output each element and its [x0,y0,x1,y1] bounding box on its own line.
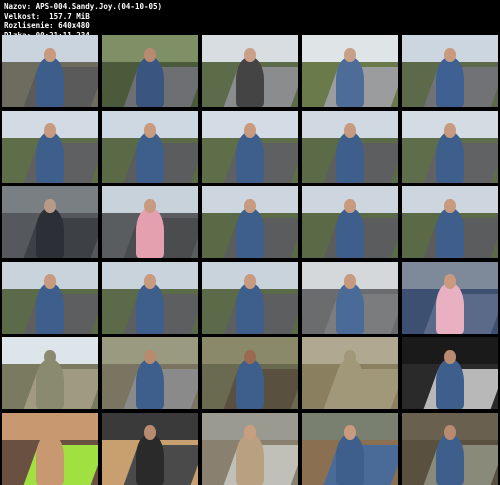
thumbnail-figure [235,207,265,258]
video-thumbnail [202,186,298,258]
thumbnail-head [44,349,56,365]
video-thumbnail [2,110,98,183]
thumbnail-figure [335,283,365,334]
thumbnail-head [44,123,56,138]
thumbnail-figure [235,358,265,409]
thumbnail-head [44,47,56,63]
video-thumbnail [102,110,198,183]
thumbnail-head [444,274,456,289]
thumbnail-head [44,425,56,440]
thumbnail-figure [35,56,65,107]
thumbnail-figure [335,207,365,258]
thumbnail-head [144,198,156,214]
thumbnail-head [244,274,256,289]
video-thumbnail [2,261,98,334]
video-thumbnail [102,186,198,258]
thumbnail-figure [435,358,465,409]
thumbnail-head [344,274,356,289]
thumbnail-figure [35,358,65,409]
thumbnail-figure [35,132,65,183]
thumbnail-head [44,198,56,214]
video-thumbnail [302,261,398,334]
video-thumbnail [402,412,498,485]
thumbnail-figure [335,434,365,485]
thumbnail-head [244,349,256,365]
video-thumbnail [402,337,498,409]
video-thumbnail [102,337,198,409]
video-thumbnail [202,110,298,183]
video-thumbnail [402,35,498,107]
thumbnail-figure [435,283,465,334]
thumbnail-figure [135,56,165,107]
thumbnail-head [344,123,356,138]
thumbnail-head [244,425,256,440]
thumbnail-figure [235,283,265,334]
video-thumbnail [2,412,98,485]
video-thumbnail [302,186,398,258]
thumbnail-figure [335,56,365,107]
thumbnail-head [444,198,456,214]
thumbnail-head [344,349,356,365]
video-thumbnail [2,35,98,107]
video-thumbnail [102,35,198,107]
title-line: Nazov: APS-004.Sandy.Joy.(04-10-05) [4,2,163,11]
thumbnail-figure [235,434,265,485]
video-thumbnail [2,337,98,409]
thumbnail-head [244,47,256,63]
thumbnail-head [144,123,156,138]
thumbnail-head [444,47,456,63]
thumbnail-head [244,123,256,138]
video-thumbnail [302,110,398,183]
video-thumbnail [202,35,298,107]
thumbnail-figure [435,434,465,485]
thumbnail-head [44,274,56,289]
thumbnail-head [144,425,156,440]
video-thumbnail [302,35,398,107]
thumbnail-head [144,274,156,289]
thumbnail-head [444,349,456,365]
size-line: Velkost: 157.7 MiB [4,11,90,21]
video-thumbnail [402,186,498,258]
thumbnail-head [144,349,156,365]
thumbnail-head [244,198,256,214]
video-thumbnail [102,412,198,485]
thumbnail-figure [135,358,165,409]
video-thumbnail [202,261,298,334]
resolution-line: Rozlisenie: 640x480 [4,21,90,30]
thumbnail-figure [135,283,165,334]
thumbnail-figure [135,207,165,258]
thumbnail-figure [35,283,65,334]
thumbnail-head [344,47,356,63]
thumbnail-figure [135,132,165,183]
video-thumbnail [202,337,298,409]
thumbnail-figure [135,434,165,485]
video-thumbnail [2,186,98,258]
thumbnail-figure [335,132,365,183]
thumbnail-head [444,425,456,440]
thumbnail-head [144,47,156,63]
thumbnail-figure [435,207,465,258]
thumbnail-figure [35,434,65,485]
thumbnail-figure [235,132,265,183]
video-thumbnail [402,261,498,334]
thumbnail-head [344,198,356,214]
video-thumbnail [102,261,198,334]
video-thumbnail [202,412,298,485]
thumbnail-head [344,425,356,440]
thumbnail-head [444,123,456,138]
thumbnail-figure [35,207,65,258]
video-thumbnail [402,110,498,183]
video-thumbnail [302,337,398,409]
thumbnail-figure [435,56,465,107]
thumbnail-figure [435,132,465,183]
thumbnail-figure [335,358,365,409]
video-thumbnail [302,412,398,485]
thumbnail-figure [235,56,265,107]
